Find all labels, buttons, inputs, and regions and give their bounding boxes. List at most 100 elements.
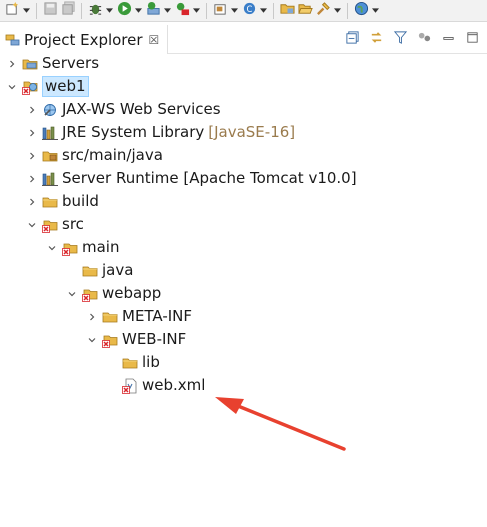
tree-item[interactable]: webapp <box>0 282 487 305</box>
chevron-right-icon[interactable] <box>6 58 18 70</box>
globe-button[interactable] <box>353 1 370 20</box>
debug-button[interactable] <box>87 2 104 20</box>
folder-error-icon <box>62 240 78 256</box>
svg-text:C: C <box>247 4 253 14</box>
chevron-down-icon[interactable] <box>22 2 31 20</box>
new-java-class-icon: C <box>242 1 257 20</box>
tree-item-label: WEB-INF <box>122 330 187 348</box>
library-icon <box>42 125 58 141</box>
save-all-button[interactable] <box>60 1 77 20</box>
main-toolbar: C <box>0 0 487 22</box>
tree-item[interactable]: Server Runtime [Apache Tomcat v10.0] <box>0 167 487 190</box>
chevron-down-icon[interactable] <box>371 2 380 20</box>
tree-item-decoration: [JavaSE-16] <box>208 123 296 141</box>
tree-item-label: web.xml <box>142 376 206 394</box>
open-type-button[interactable] <box>279 2 296 20</box>
new-wizard-button[interactable] <box>4 1 21 20</box>
minimize-icon[interactable] <box>439 28 457 46</box>
focus-icon[interactable] <box>415 28 433 46</box>
tree-item-label: main <box>82 238 120 256</box>
collapse-all-icon[interactable] <box>343 28 361 46</box>
close-icon[interactable]: ☒ <box>149 33 160 47</box>
new-java-class-button[interactable]: C <box>241 2 258 20</box>
chevron-right-icon[interactable] <box>26 127 38 139</box>
run-server-icon <box>146 1 161 20</box>
run-server-button[interactable] <box>145 1 162 20</box>
chevron-right-icon[interactable] <box>26 104 38 116</box>
tree-item-label: JAX-WS Web Services <box>62 100 221 118</box>
open-folder-icon <box>298 1 313 20</box>
chevron-down-icon[interactable] <box>66 288 78 300</box>
chevron-down-icon[interactable] <box>46 242 58 254</box>
toolbar-separator <box>273 2 274 19</box>
tree-item[interactable]: java <box>0 259 487 282</box>
chevron-down-icon[interactable] <box>134 2 143 20</box>
tree-item[interactable]: web1 <box>0 75 487 98</box>
toolbar-separator <box>206 2 207 19</box>
tree-item[interactable]: lib <box>0 351 487 374</box>
chevron-down-icon[interactable] <box>26 219 38 231</box>
chevron-down-icon[interactable] <box>259 2 268 20</box>
maximize-icon[interactable] <box>463 28 481 46</box>
save-icon <box>43 1 58 20</box>
xml-file-error-icon <box>122 378 138 394</box>
folder-servers-icon <box>22 56 38 72</box>
open-folder-button[interactable] <box>297 2 314 20</box>
tab-project-explorer[interactable]: Project Explorer ☒ <box>0 25 168 54</box>
library-icon <box>42 171 58 187</box>
web-services-icon <box>42 102 58 118</box>
tree-item[interactable]: main <box>0 236 487 259</box>
folder-icon <box>122 355 138 371</box>
tree-item-label: web1 <box>42 76 89 97</box>
chevron-down-icon[interactable] <box>192 2 201 20</box>
tree-item-label: JRE System Library <box>62 123 205 141</box>
chevron-down-icon[interactable] <box>105 2 114 20</box>
chevron-down-icon[interactable] <box>163 2 172 20</box>
folder-error-icon <box>42 217 58 233</box>
chevron-right-icon[interactable] <box>86 311 98 323</box>
chevron-right-icon[interactable] <box>26 196 38 208</box>
project-explorer-icon <box>5 34 20 45</box>
tree-item[interactable]: Servers <box>0 52 487 75</box>
tree-item[interactable]: JAX-WS Web Services <box>0 98 487 121</box>
run-icon <box>117 1 132 20</box>
chevron-right-icon[interactable] <box>26 173 38 185</box>
chevron-down-icon[interactable] <box>230 2 239 20</box>
tree-item[interactable]: web.xml <box>0 374 487 397</box>
tree-item-label: build <box>62 192 99 210</box>
open-type-icon <box>280 1 295 20</box>
new-java-package-button[interactable] <box>212 2 229 20</box>
chevron-down-icon[interactable] <box>86 334 98 346</box>
folder-icon <box>42 194 58 210</box>
save-all-icon <box>61 1 76 20</box>
filter-icon[interactable] <box>391 28 409 46</box>
tree-item[interactable]: src/main/java <box>0 144 487 167</box>
link-with-editor-icon[interactable] <box>367 28 385 46</box>
tree-item-label: Server Runtime [Apache Tomcat v10.0] <box>62 169 357 187</box>
tree-item[interactable]: JRE System Library [JavaSE-16] <box>0 121 487 144</box>
folder-error-icon <box>82 286 98 302</box>
chevron-down-icon[interactable] <box>6 81 18 93</box>
toolbar-separator <box>36 2 37 19</box>
search-button[interactable] <box>315 2 332 20</box>
tree-item-label: Servers <box>42 54 100 72</box>
tree-item[interactable]: src <box>0 213 487 236</box>
project-tree: Servers web1 JAX-WS Web Services JRE System… <box>0 52 487 397</box>
folder-icon <box>102 309 118 325</box>
folder-error-icon <box>102 332 118 348</box>
new-java-package-icon <box>213 1 228 20</box>
toolbar-separator <box>81 2 82 19</box>
external-tools-button[interactable] <box>174 2 191 20</box>
tree-item[interactable]: META-INF <box>0 305 487 328</box>
tree-item[interactable]: build <box>0 190 487 213</box>
tree-item-label: src/main/java <box>62 146 163 164</box>
chevron-down-icon[interactable] <box>333 2 342 20</box>
external-tools-icon <box>175 1 190 20</box>
debug-icon <box>88 1 103 20</box>
save-button[interactable] <box>42 2 59 20</box>
tree-item-label: java <box>102 261 134 279</box>
run-button[interactable] <box>116 1 133 20</box>
chevron-right-icon[interactable] <box>26 150 38 162</box>
tree-item-label: webapp <box>102 284 162 302</box>
tree-item[interactable]: WEB-INF <box>0 328 487 351</box>
